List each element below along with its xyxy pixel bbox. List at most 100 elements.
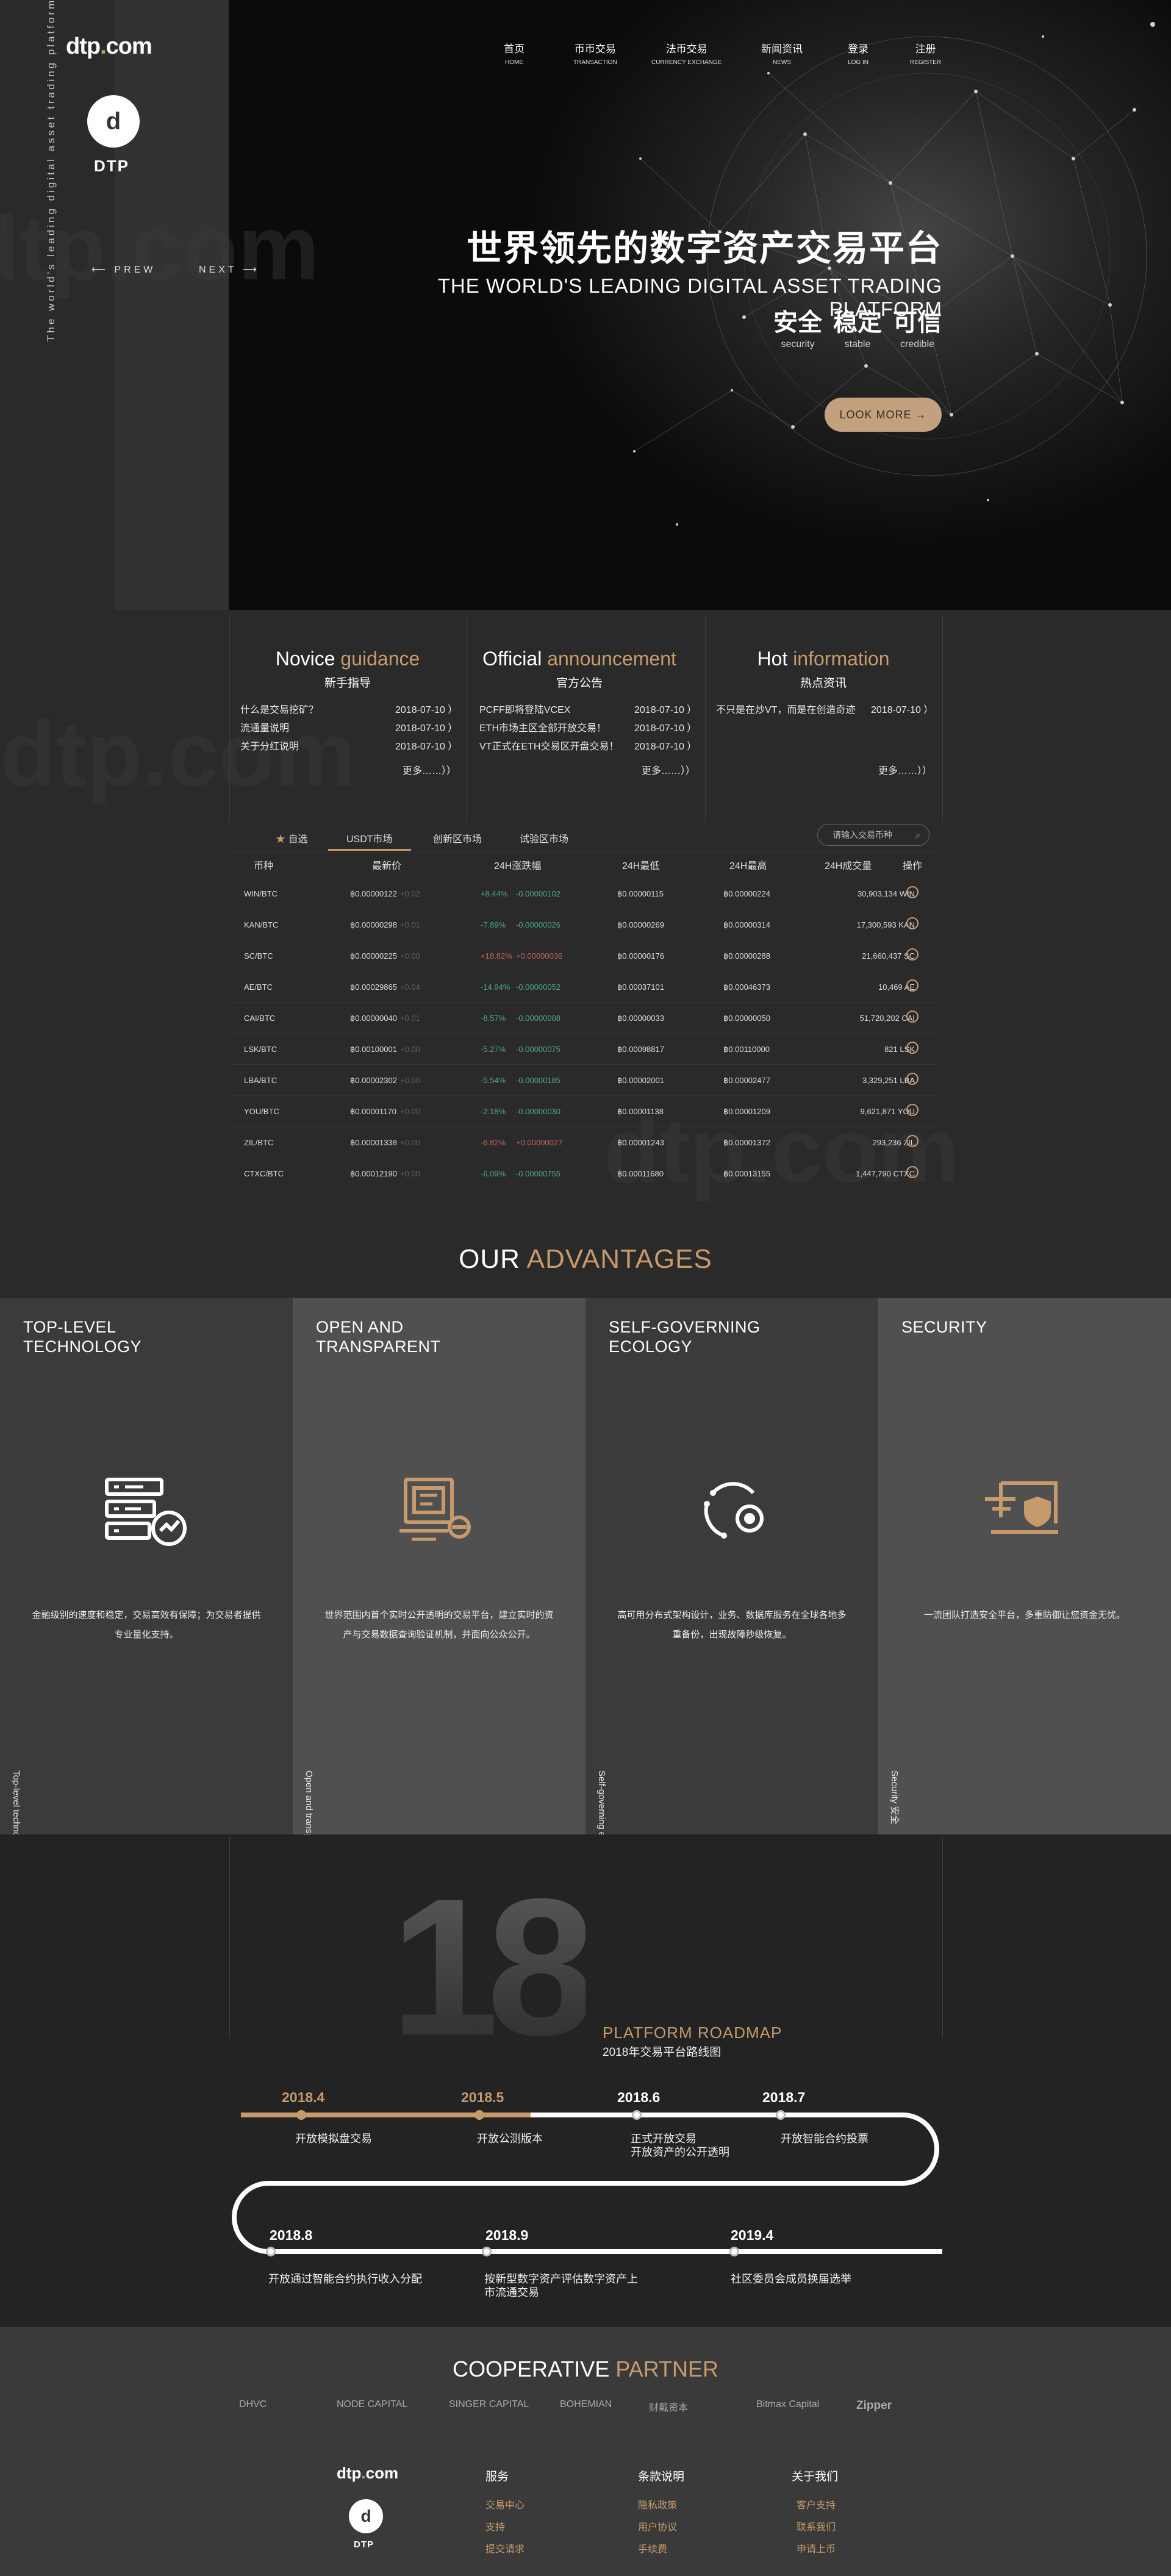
- news-item[interactable]: 不只是在炒VT，而是在创造奇迹: [716, 701, 855, 716]
- table-cell: ฿0.00001209: [723, 1107, 770, 1116]
- footer-link[interactable]: 申请上币: [797, 2541, 836, 2555]
- site-logo[interactable]: dtp.com: [66, 34, 152, 60]
- table-cell: SC/BTC: [244, 951, 273, 961]
- logo-tld: com: [106, 34, 152, 59]
- partner-logo[interactable]: DHVC: [239, 2399, 267, 2410]
- trade-action-icon[interactable]: [906, 1011, 919, 1023]
- footer-link[interactable]: 交易中心: [485, 2497, 525, 2511]
- trade-action-icon[interactable]: [906, 886, 919, 898]
- table-row[interactable]: WIN/BTC ฿0.00000122 +0.02 +8.44% -0.00000102…: [232, 878, 939, 909]
- table-row[interactable]: CAI/BTC ฿0.00000040 +0.01 -8.57% -0.00000008…: [232, 1003, 939, 1034]
- look-more-button[interactable]: LOOK MORE →: [825, 398, 942, 432]
- tab-favorites[interactable]: ★ 自选: [276, 831, 307, 845]
- tab-innovation[interactable]: 创新区市场: [433, 831, 482, 845]
- tab-experimental[interactable]: 试验区市场: [520, 831, 568, 845]
- partner-logo[interactable]: BOHEMIAN: [560, 2399, 612, 2410]
- footer-heading: 服务: [485, 2470, 509, 2483]
- col-header: 最新价: [372, 861, 402, 871]
- trade-action-icon[interactable]: [906, 917, 919, 929]
- next-button[interactable]: NEXT ⟶: [199, 263, 260, 276]
- footer-link[interactable]: 联系我们: [797, 2519, 836, 2533]
- footer-link[interactable]: 客户支持: [797, 2497, 836, 2511]
- table-row[interactable]: ZIL/BTC ฿0.00001338 +0.00 -6.82% +0.00000027…: [232, 1127, 939, 1158]
- table-cell: +0.00: [400, 1169, 420, 1178]
- advantage-heading: SECURITY: [901, 1318, 987, 1336]
- nav-news[interactable]: 新闻资讯 NEWS: [761, 40, 803, 66]
- footer-link[interactable]: 手续费: [638, 2541, 667, 2555]
- col-header: 24H最低: [622, 861, 660, 871]
- partner-logo[interactable]: NODE CAPITAL: [337, 2399, 407, 2410]
- nav-transaction[interactable]: 币币交易 TRANSACTION: [573, 40, 617, 66]
- nav-sublabel: LOG IN: [848, 59, 868, 66]
- footer-link[interactable]: 用户协议: [638, 2519, 677, 2533]
- roadmap-year: 2019.4: [731, 2227, 774, 2243]
- table-row[interactable]: AE/BTC ฿0.00029865 +0.04 -14.94% -0.00000052…: [232, 971, 939, 1003]
- tab-usdt[interactable]: USDT市场: [328, 831, 411, 851]
- cycle-ecology-icon: [704, 1482, 764, 1539]
- trade-action-icon[interactable]: [906, 1135, 919, 1147]
- table-cell: -0.00000185: [516, 1076, 561, 1085]
- hero-section: dtp.com dtp.com d DTP The world's leadin…: [0, 0, 1171, 610]
- table-cell: ฿0.00000040: [350, 1014, 397, 1023]
- laptop-shield-icon: [985, 1481, 1058, 1534]
- roadmap-year: 2018.6: [617, 2089, 661, 2105]
- table-row[interactable]: SC/BTC ฿0.00000225 +0.00 +18.82% +0.00000036…: [232, 940, 939, 971]
- advantage-description: 世界范围内首个实时公开透明的交易平台，建立实时的资产与交易数据查询验证机制，并面…: [324, 1610, 554, 1640]
- market-search-input[interactable]: 请输入交易币种 ⌕: [817, 824, 929, 846]
- table-row[interactable]: CTXC/BTC ฿0.00012190 +0.00 -6.09% -0.0000075…: [232, 1158, 939, 1189]
- news-item[interactable]: 流通量说明: [240, 720, 289, 734]
- divider: [942, 1837, 943, 2038]
- title-en-1: Novice: [275, 648, 341, 670]
- nav-label: 登录: [848, 43, 868, 55]
- table-cell: +0.00: [400, 951, 420, 961]
- partner-logo[interactable]: Zipper: [856, 2399, 892, 2413]
- news-item[interactable]: 什么是交易挖矿？: [240, 701, 318, 716]
- trade-action-icon[interactable]: [906, 1073, 919, 1085]
- prev-button[interactable]: ⟵ PREW: [91, 263, 156, 276]
- table-row[interactable]: KAN/BTC ฿0.00000298 +0.01 -7.89% -0.00000026…: [232, 909, 939, 940]
- arrow-right-icon: ⟶: [237, 265, 260, 275]
- footer-link[interactable]: 提交请求: [485, 2541, 525, 2555]
- more-link[interactable]: 更多……））: [403, 762, 456, 777]
- table-cell: -0.00000755: [516, 1169, 561, 1178]
- partner-logo[interactable]: SINGER CAPITAL: [449, 2399, 529, 2410]
- news-item[interactable]: PCFF即将登陆VCEX: [479, 701, 570, 716]
- table-row[interactable]: YOU/BTC ฿0.00001170 +0.00 -2.18% -0.00000030…: [232, 1096, 939, 1127]
- trade-action-icon[interactable]: [906, 1166, 919, 1178]
- more-link[interactable]: 更多……））: [642, 762, 695, 777]
- nav-login[interactable]: 登录 LOG IN: [848, 40, 868, 66]
- title-accent: ADVANTAGES: [526, 1244, 712, 1274]
- news-item[interactable]: 关于分红说明: [240, 738, 299, 753]
- table-cell: ฿0.00000225: [350, 951, 397, 961]
- roadmap-node: [474, 2110, 484, 2120]
- table-row[interactable]: LBA/BTC ฿0.00002302 +0.00 -5.54% -0.00000185…: [232, 1065, 939, 1096]
- dtp-mark-label: DTP: [94, 157, 129, 175]
- footer-logo[interactable]: dtp.com: [337, 2464, 398, 2483]
- more-link[interactable]: 更多……））: [878, 762, 932, 777]
- table-cell: -8.57%: [481, 1014, 506, 1023]
- footer-link[interactable]: 支持: [485, 2519, 505, 2533]
- trade-action-icon[interactable]: [906, 1104, 919, 1116]
- vertical-tagline: The world's leading digital asset tradin…: [45, 0, 57, 342]
- table-row[interactable]: LSK/BTC ฿0.00100001 +0.00 -5.27% -0.00000075…: [232, 1034, 939, 1065]
- table-cell: ฿0.00000176: [617, 951, 664, 961]
- trade-action-icon[interactable]: [906, 1042, 919, 1054]
- news-item[interactable]: VT正式在ETH交易区开盘交易！: [479, 738, 618, 753]
- nav-home[interactable]: 首页 HOME: [504, 40, 525, 66]
- table-cell: +18.82%: [481, 951, 512, 961]
- roadmap-year: 2018.4: [282, 2089, 325, 2105]
- news-item[interactable]: ETH市场主区全部开放交易！: [479, 720, 606, 734]
- partner-logo[interactable]: Bitmax Capital: [756, 2399, 819, 2410]
- table-cell: 51,720,202 CAI: [859, 1014, 915, 1023]
- nav-currency-exchange[interactable]: 法币交易 CURRENCY EXCHANGE: [651, 40, 722, 66]
- trade-action-icon[interactable]: [906, 979, 919, 992]
- footer-link[interactable]: 隐私政策: [638, 2497, 677, 2511]
- news-date: 2018-07-10 ）: [634, 705, 697, 715]
- tab-label: 自选: [288, 834, 308, 845]
- pillar-stable: 稳定 stable: [833, 302, 882, 350]
- partner-logo[interactable]: 财戴资本: [649, 2399, 688, 2414]
- nav-register[interactable]: 注册 REGISTER: [910, 40, 941, 66]
- pillar-cn: 可信: [893, 309, 942, 336]
- advantage-technology: TOP-LEVEL TECHNOLOGY 金融级别的速度和稳定，交易高效有保障；…: [0, 1298, 293, 1893]
- trade-action-icon[interactable]: [906, 948, 919, 961]
